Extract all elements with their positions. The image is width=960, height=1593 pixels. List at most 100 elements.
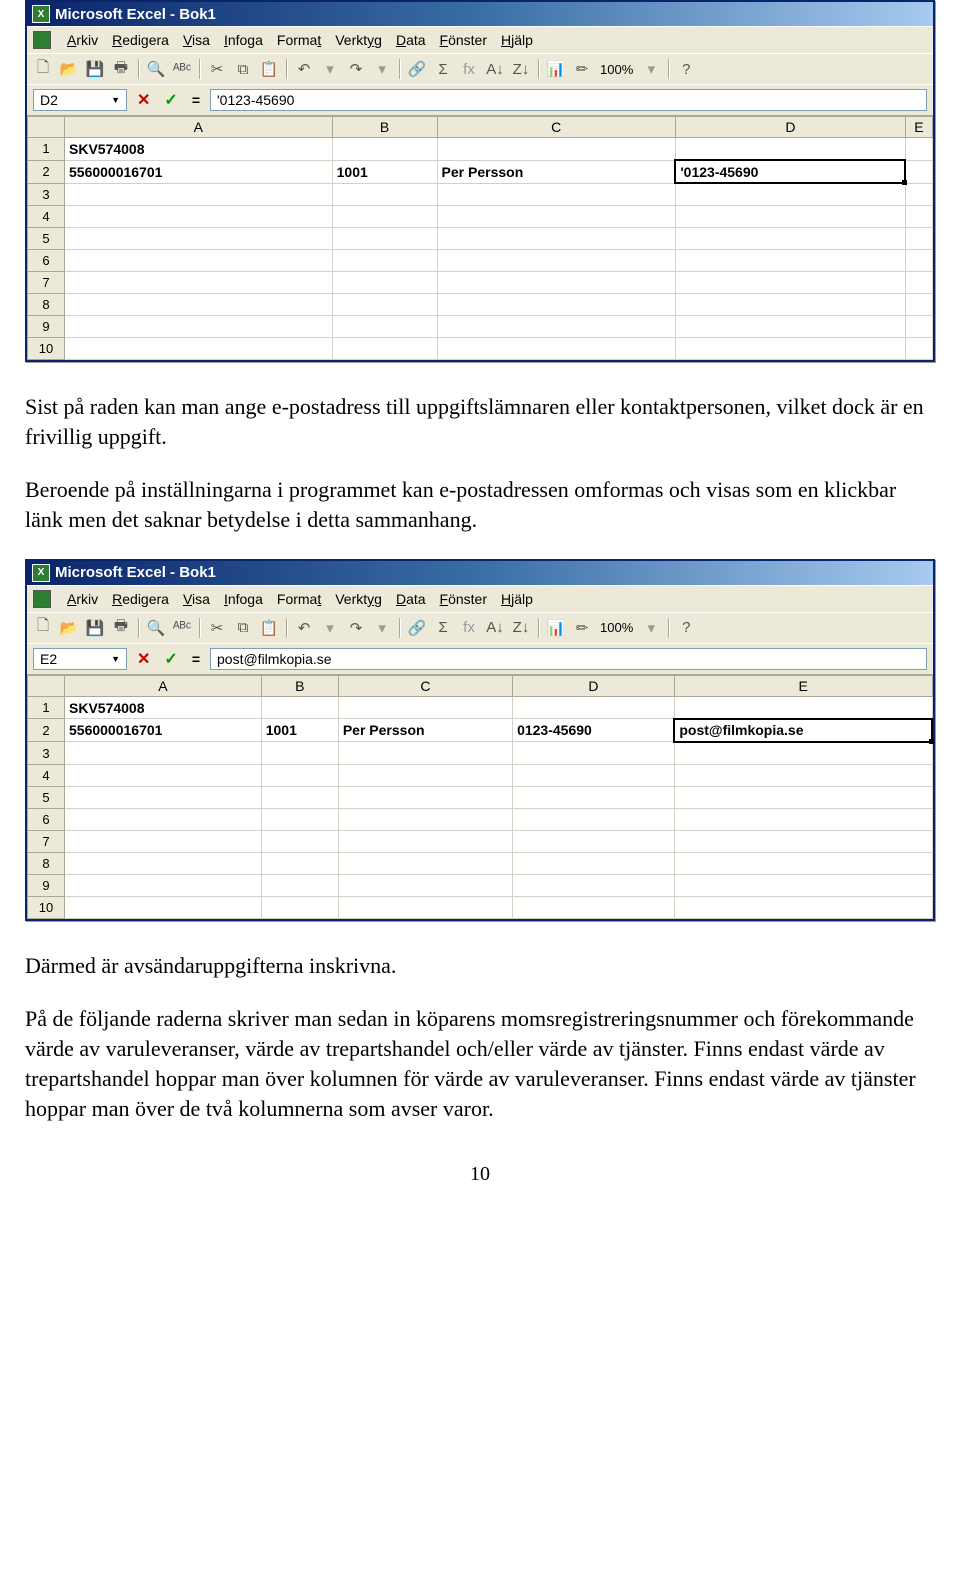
paste-icon[interactable]: 📋 — [257, 57, 281, 81]
cell-D2[interactable]: 0123-45690 — [513, 719, 675, 742]
cell[interactable] — [338, 786, 512, 808]
menu-visa[interactable]: Visa — [183, 591, 210, 607]
chart-icon[interactable]: 📊 — [544, 57, 568, 81]
spreadsheet[interactable]: A B C D E 1 SKV574008 2 556000016701 100… — [27, 675, 933, 919]
select-all[interactable] — [28, 675, 65, 696]
cell-A2[interactable]: 556000016701 — [65, 719, 262, 742]
row-10[interactable]: 10 — [28, 338, 65, 360]
undo-icon[interactable]: ↶ — [292, 616, 316, 640]
new-icon[interactable]: 🗋 — [31, 616, 55, 640]
equals-icon[interactable]: = — [188, 92, 204, 108]
row-8[interactable]: 8 — [28, 852, 65, 874]
cell[interactable] — [905, 316, 932, 338]
cell[interactable] — [674, 764, 932, 786]
col-B[interactable]: B — [332, 117, 437, 138]
cell[interactable] — [513, 764, 675, 786]
col-A[interactable]: A — [65, 117, 333, 138]
cell[interactable] — [65, 808, 262, 830]
row-9[interactable]: 9 — [28, 316, 65, 338]
cell[interactable] — [437, 316, 675, 338]
cell[interactable] — [905, 250, 932, 272]
cancel-icon[interactable]: ✕ — [133, 90, 154, 110]
cell[interactable] — [65, 338, 333, 360]
cell[interactable] — [437, 206, 675, 228]
chart-icon[interactable]: 📊 — [544, 616, 568, 640]
fx-icon[interactable]: fx — [457, 57, 481, 81]
cell[interactable] — [65, 183, 333, 206]
cell[interactable] — [261, 696, 338, 719]
row-3[interactable]: 3 — [28, 742, 65, 765]
cell[interactable] — [675, 206, 905, 228]
menu-infoga[interactable]: Infoga — [224, 591, 263, 607]
preview-icon[interactable]: 🔍 — [144, 57, 168, 81]
cell[interactable] — [905, 160, 932, 183]
cell[interactable] — [437, 183, 675, 206]
col-A[interactable]: A — [65, 675, 262, 696]
cell[interactable] — [65, 272, 333, 294]
cell[interactable] — [261, 896, 338, 918]
print-icon[interactable]: 🖶 — [109, 57, 133, 81]
cell[interactable] — [674, 874, 932, 896]
cell[interactable] — [437, 228, 675, 250]
row-2[interactable]: 2 — [28, 719, 65, 742]
zoom-box[interactable]: 100% — [596, 620, 637, 635]
open-icon[interactable]: 📂 — [57, 57, 81, 81]
save-icon[interactable]: 💾 — [83, 57, 107, 81]
cell-A1[interactable]: SKV574008 — [65, 138, 333, 161]
cell[interactable] — [674, 896, 932, 918]
menu-fonster[interactable]: Fönster — [440, 32, 487, 48]
cell[interactable] — [338, 852, 512, 874]
row-2[interactable]: 2 — [28, 160, 65, 183]
cell[interactable] — [437, 272, 675, 294]
cell-B2[interactable]: 1001 — [261, 719, 338, 742]
cell[interactable] — [437, 138, 675, 161]
cell[interactable] — [513, 808, 675, 830]
cell-A2[interactable]: 556000016701 — [65, 160, 333, 183]
link-icon[interactable]: 🔗 — [405, 616, 429, 640]
cell[interactable] — [261, 874, 338, 896]
cell[interactable] — [338, 742, 512, 765]
col-E[interactable]: E — [674, 675, 932, 696]
menu-verktyg[interactable]: Verktyg — [335, 591, 382, 607]
cell[interactable] — [261, 786, 338, 808]
cell[interactable] — [338, 896, 512, 918]
cell[interactable] — [905, 338, 932, 360]
col-C[interactable]: C — [338, 675, 512, 696]
menu-arkiv[interactable]: Arkiv — [67, 32, 98, 48]
cell[interactable] — [261, 808, 338, 830]
cell[interactable] — [675, 228, 905, 250]
enter-icon[interactable]: ✓ — [160, 649, 181, 669]
cut-icon[interactable]: ✂ — [205, 57, 229, 81]
cell-D2[interactable]: '0123-45690 — [675, 160, 905, 183]
cell[interactable] — [675, 183, 905, 206]
menu-data[interactable]: Data — [396, 32, 426, 48]
cell[interactable] — [674, 852, 932, 874]
preview-icon[interactable]: 🔍 — [144, 616, 168, 640]
row-4[interactable]: 4 — [28, 764, 65, 786]
titlebar[interactable]: X Microsoft Excel - Bok1 — [27, 561, 933, 585]
draw-icon[interactable]: ✏ — [570, 616, 594, 640]
menu-hjalp[interactable]: Hjälp — [501, 591, 533, 607]
cell[interactable] — [65, 250, 333, 272]
row-5[interactable]: 5 — [28, 786, 65, 808]
titlebar[interactable]: X Microsoft Excel - Bok1 — [27, 2, 933, 26]
menu-hjalp[interactable]: Hjälp — [501, 32, 533, 48]
cell[interactable] — [675, 138, 905, 161]
draw-icon[interactable]: ✏ — [570, 57, 594, 81]
sortdesc-icon[interactable]: Z↓ — [509, 57, 533, 81]
cell[interactable] — [65, 742, 262, 765]
cell[interactable] — [332, 294, 437, 316]
menu-fonster[interactable]: Fönster — [440, 591, 487, 607]
cancel-icon[interactable]: ✕ — [133, 649, 154, 669]
cell[interactable] — [338, 764, 512, 786]
cell[interactable] — [332, 316, 437, 338]
cell[interactable] — [437, 250, 675, 272]
name-box[interactable]: E2▼ — [33, 648, 127, 670]
zoom-dd-icon[interactable]: ▾ — [639, 616, 663, 640]
sortasc-icon[interactable]: A↓ — [483, 616, 507, 640]
cell[interactable] — [65, 294, 333, 316]
cell[interactable] — [513, 830, 675, 852]
help-icon[interactable]: ? — [674, 616, 698, 640]
cell[interactable] — [332, 338, 437, 360]
spreadsheet[interactable]: A B C D E 1 SKV574008 2 556000016701 100… — [27, 116, 933, 360]
